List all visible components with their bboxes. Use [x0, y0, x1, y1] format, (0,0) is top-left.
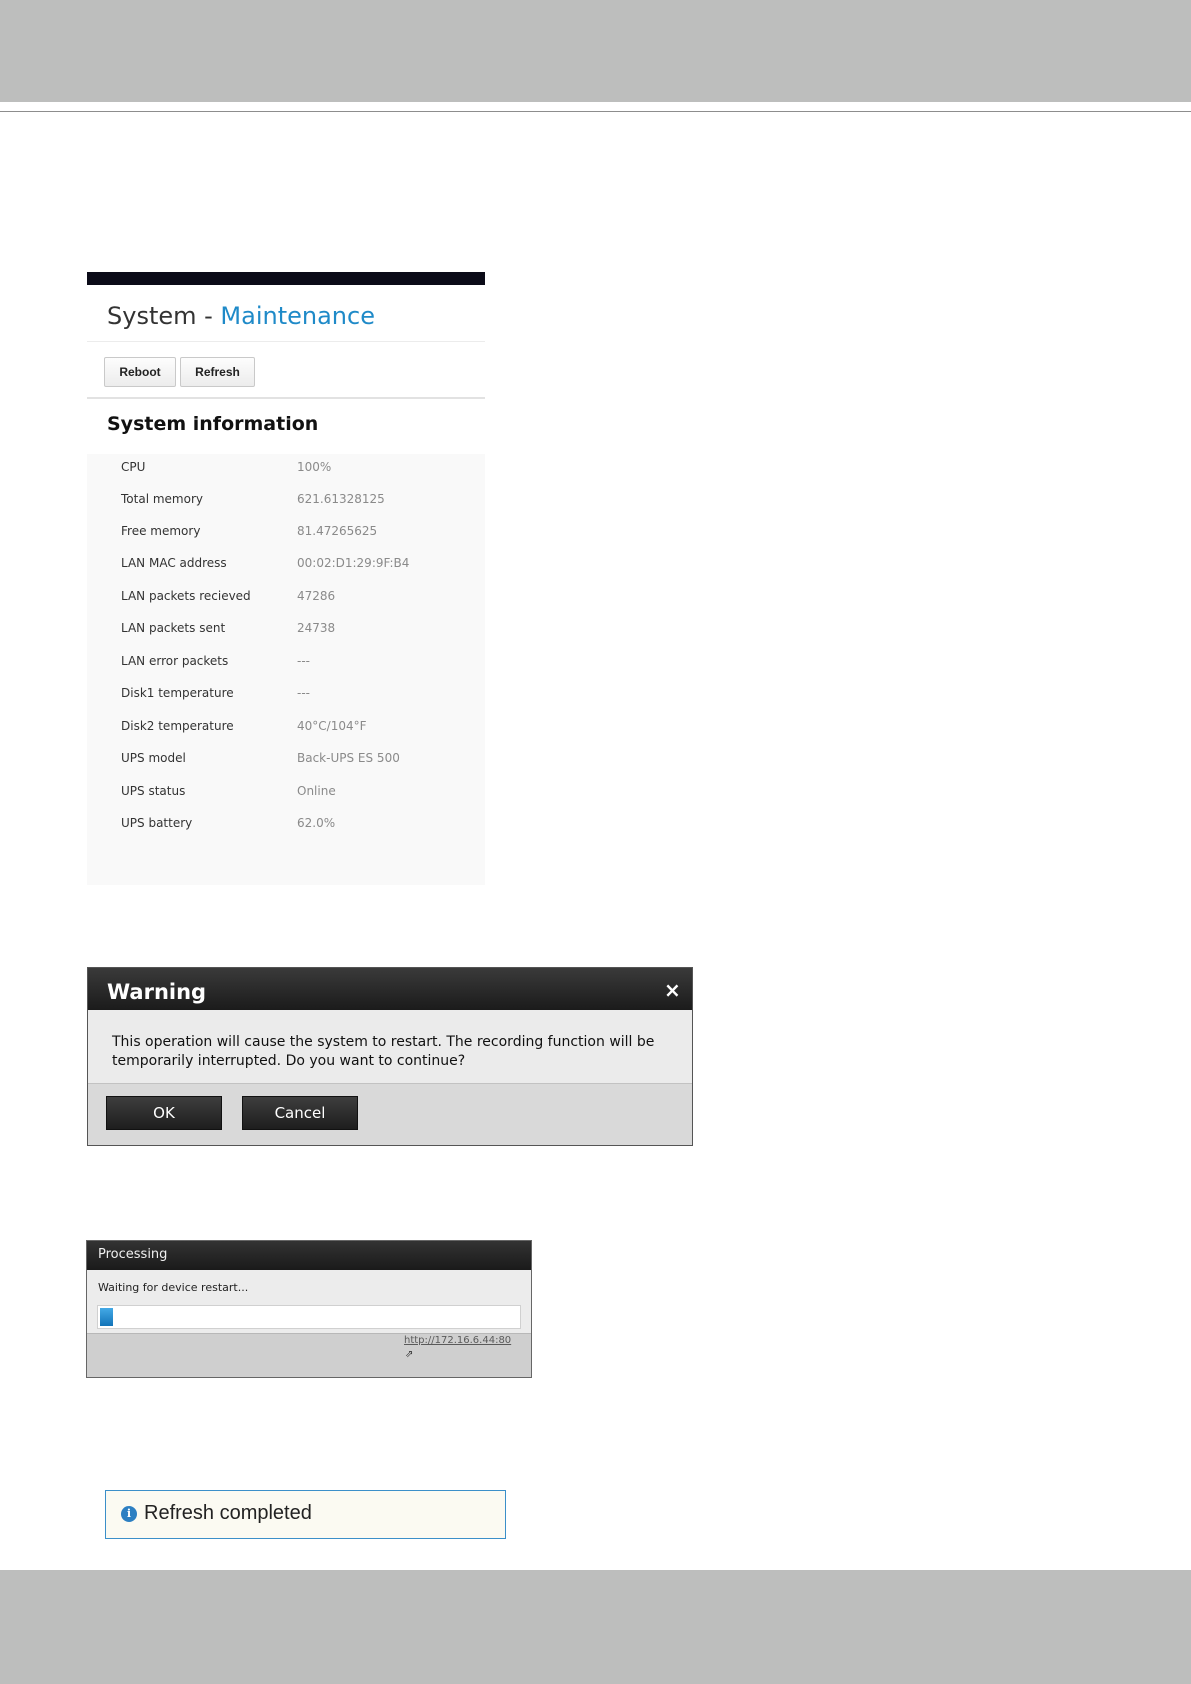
progress-bar [97, 1305, 521, 1329]
info-label: Disk2 temperature [121, 719, 234, 733]
ok-button[interactable]: OK [106, 1096, 222, 1130]
page-title-prefix: System - [107, 302, 221, 330]
processing-message: Waiting for device restart... [98, 1281, 249, 1294]
info-label: CPU [121, 460, 146, 474]
info-value: Back-UPS ES 500 [297, 751, 400, 765]
info-row-ups-status: UPS status Online [87, 778, 485, 810]
cancel-button[interactable]: Cancel [242, 1096, 358, 1130]
system-info-list: CPU 100% Total memory 621.61328125 Free … [87, 454, 485, 885]
info-row-total-memory: Total memory 621.61328125 [87, 486, 485, 518]
warning-dialog-header: Warning × [88, 968, 692, 1010]
info-label: UPS model [121, 751, 186, 765]
header-rule [0, 111, 1191, 112]
divider [87, 341, 485, 342]
warning-dialog-body: This operation will cause the system to … [88, 1010, 692, 1084]
device-url-link[interactable]: http://172.16.6.44:80 [404, 1335, 511, 1346]
processing-dialog: Processing Waiting for device restart...… [86, 1240, 532, 1378]
info-label: Total memory [121, 492, 203, 506]
info-value: 00:02:D1:29:9F:B4 [297, 556, 410, 570]
maintenance-topbar [87, 272, 485, 285]
info-row-lan-sent: LAN packets sent 24738 [87, 615, 485, 647]
info-label: LAN packets recieved [121, 589, 251, 603]
info-icon: i [121, 1506, 137, 1522]
close-icon[interactable]: × [664, 980, 681, 1000]
warning-dialog: Warning × This operation will cause the … [87, 967, 693, 1146]
info-value: Online [297, 784, 336, 798]
info-row-lan-received: LAN packets recieved 47286 [87, 583, 485, 615]
notice-text: Refresh completed [144, 1502, 312, 1524]
info-label: LAN error packets [121, 654, 229, 668]
reboot-button[interactable]: Reboot [104, 357, 176, 387]
processing-dialog-header: Processing [87, 1241, 531, 1270]
refresh-button[interactable]: Refresh [180, 357, 255, 387]
info-row-cpu: CPU 100% [87, 454, 485, 486]
info-value: 621.61328125 [297, 492, 385, 506]
info-label: LAN MAC address [121, 556, 227, 570]
processing-dialog-title: Processing [98, 1247, 168, 1262]
header-band [0, 0, 1191, 102]
page-title: System - Maintenance [107, 302, 375, 330]
info-label: UPS battery [121, 816, 193, 830]
info-label: Disk1 temperature [121, 686, 234, 700]
info-value: --- [297, 654, 310, 668]
warning-message: This operation will cause the system to … [112, 1034, 655, 1069]
info-label: UPS status [121, 784, 186, 798]
info-row-ups-battery: UPS battery 62.0% [87, 810, 485, 842]
info-row-disk2-temp: Disk2 temperature 40°C/104°F [87, 713, 485, 745]
divider [87, 397, 485, 399]
info-row-disk1-temp: Disk1 temperature --- [87, 680, 485, 712]
warning-dialog-title: Warning [107, 980, 207, 1004]
info-row-ups-model: UPS model Back-UPS ES 500 [87, 745, 485, 777]
progress-fill [100, 1308, 113, 1326]
info-value: 47286 [297, 589, 336, 603]
refresh-notice: i Refresh completed [105, 1490, 506, 1539]
info-row-lan-mac: LAN MAC address 00:02:D1:29:9F:B4 [87, 550, 485, 582]
info-label: Free memory [121, 524, 201, 538]
maintenance-panel: System - Maintenance Reboot Refresh Syst… [87, 272, 485, 885]
page-title-accent: Maintenance [220, 302, 375, 330]
info-value: 100% [297, 460, 332, 474]
external-link-icon[interactable]: ⇗ [405, 1349, 413, 1360]
info-row-free-memory: Free memory 81.47265625 [87, 518, 485, 550]
info-value: 24738 [297, 621, 336, 635]
section-title: System information [107, 413, 319, 435]
info-value: 81.47265625 [297, 524, 378, 538]
info-value: 62.0% [297, 816, 336, 830]
info-row-lan-errors: LAN error packets --- [87, 648, 485, 680]
processing-dialog-body: Waiting for device restart... [87, 1270, 531, 1334]
info-value: --- [297, 686, 310, 700]
info-value: 40°C/104°F [297, 719, 367, 733]
footer-band [0, 1570, 1191, 1684]
info-label: LAN packets sent [121, 621, 226, 635]
